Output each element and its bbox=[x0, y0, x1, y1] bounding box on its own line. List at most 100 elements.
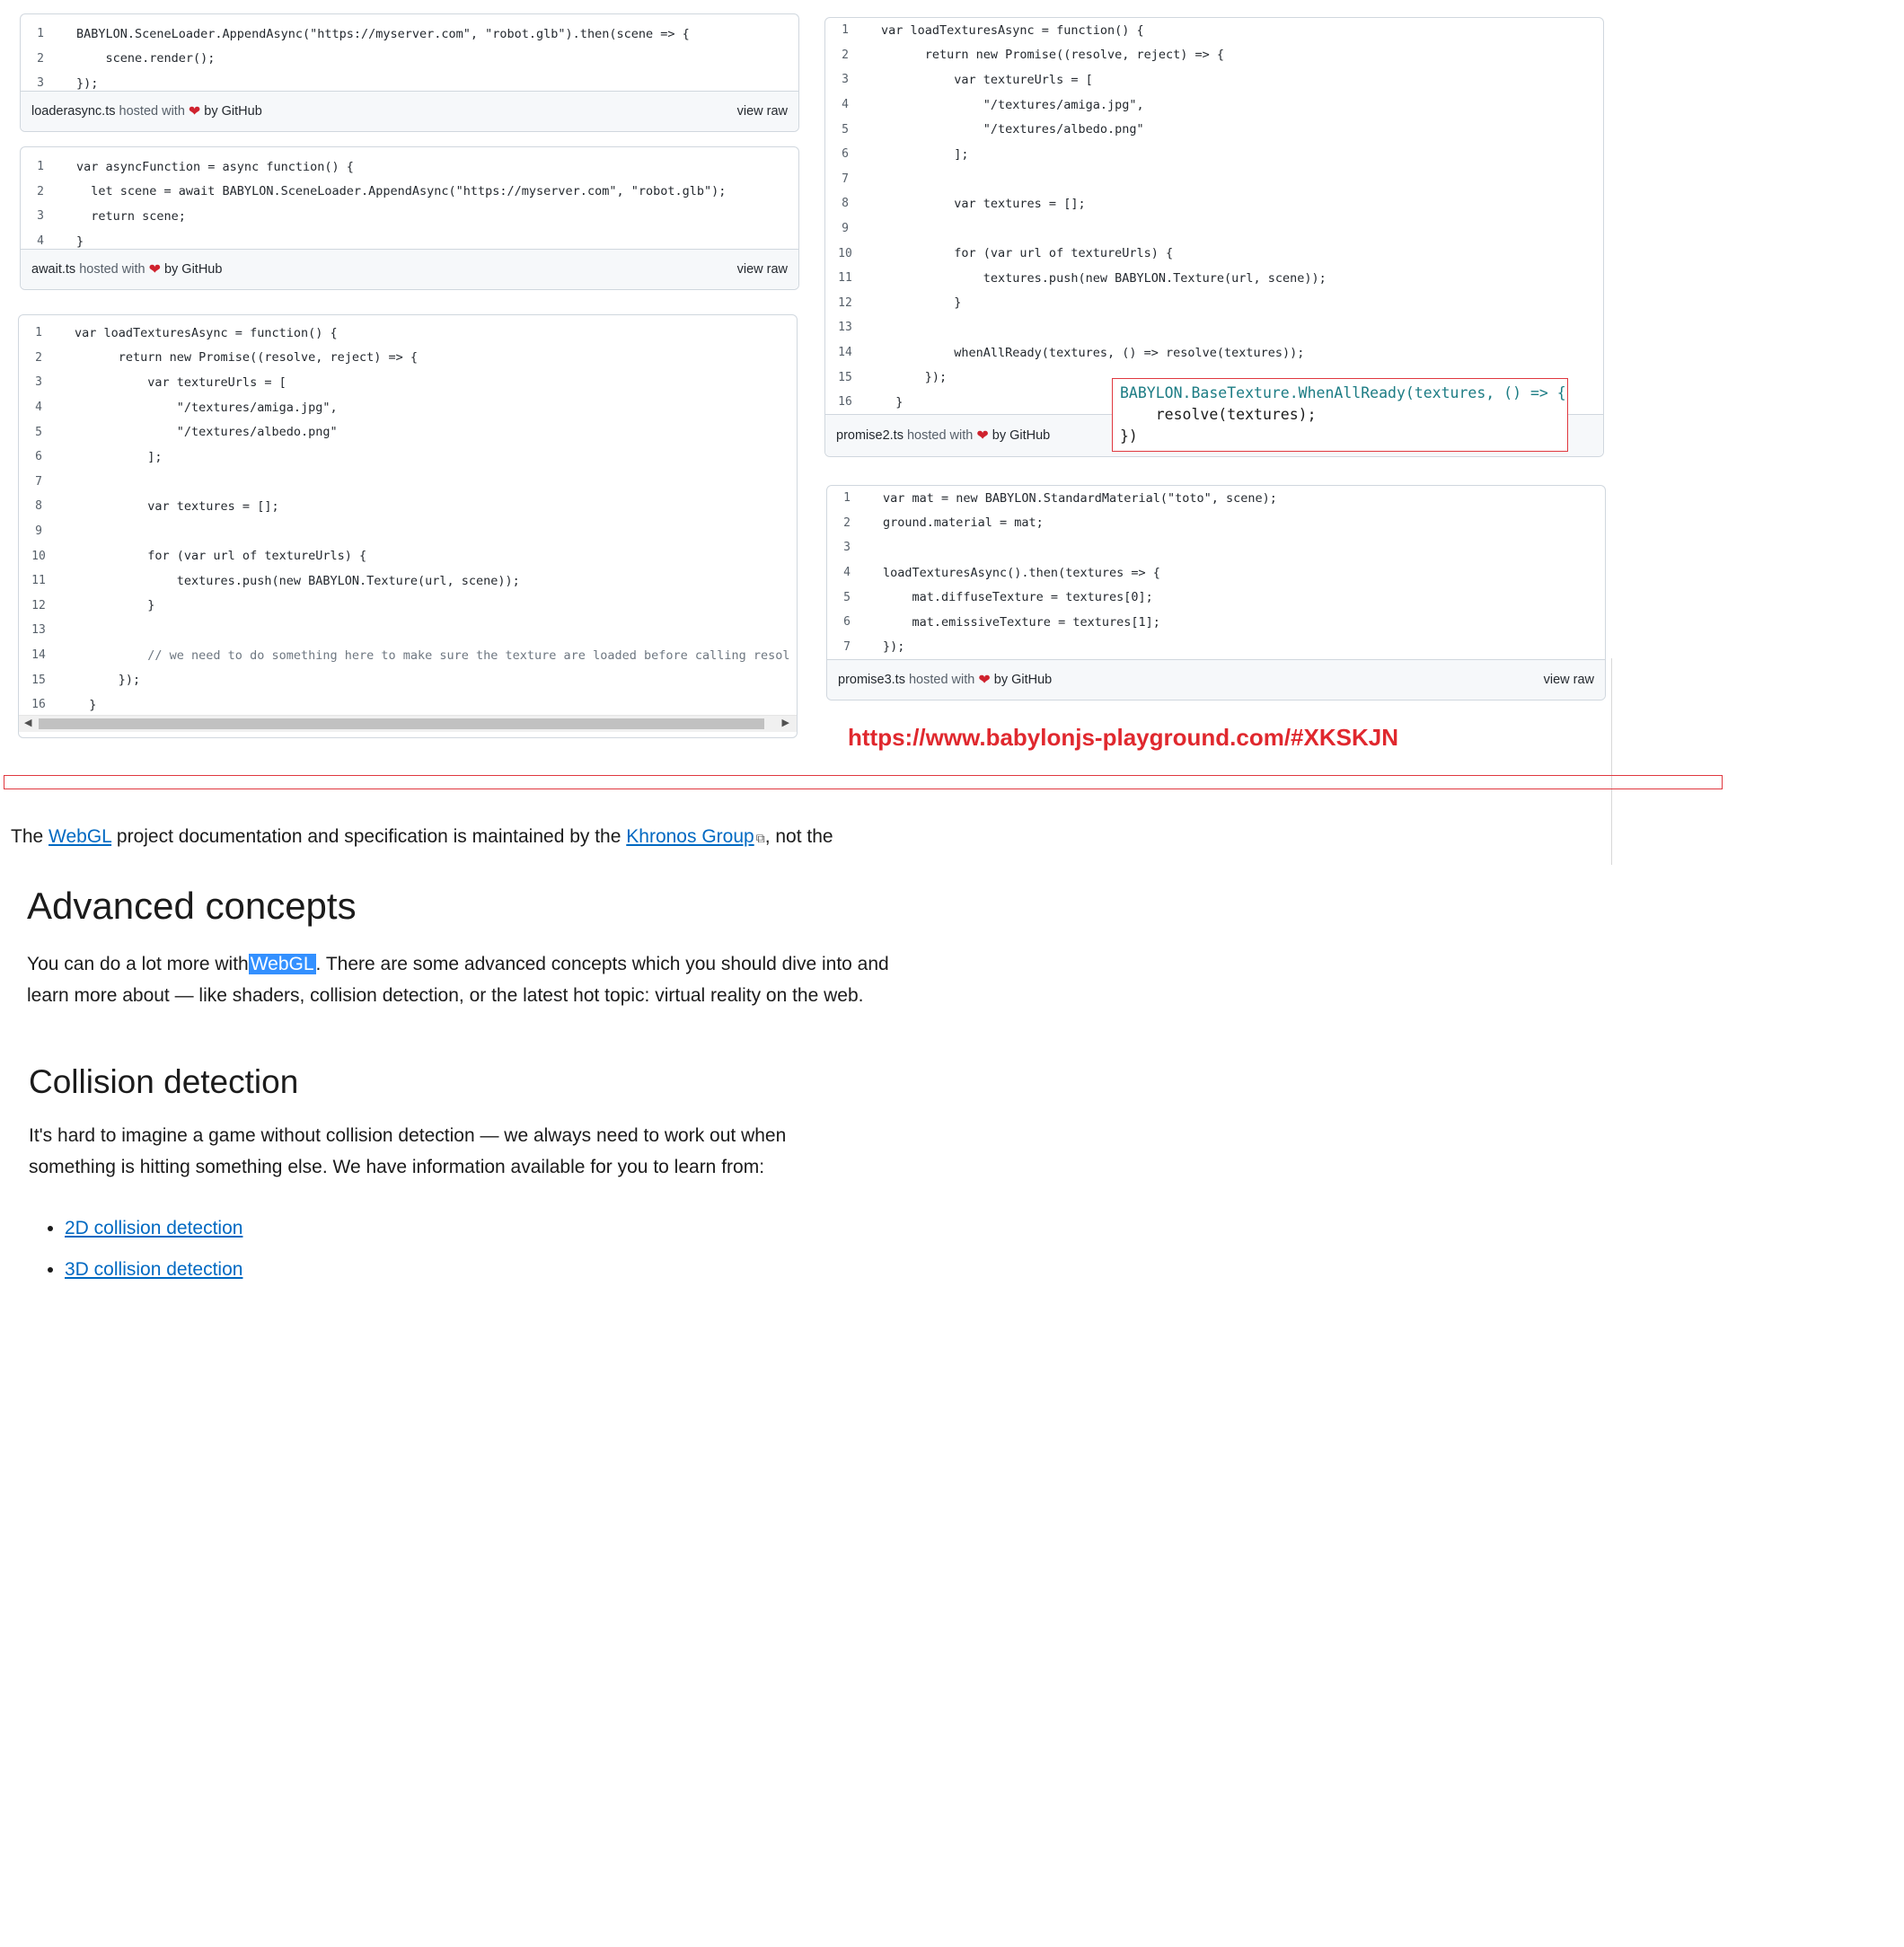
scroll-right-icon[interactable]: ▶ bbox=[782, 717, 789, 728]
line-number: 11 bbox=[31, 574, 46, 588]
code-line: 1 var asyncFunction = async function() { bbox=[21, 154, 798, 180]
line-number: 8 bbox=[842, 197, 849, 211]
code-text: var asyncFunction = async function() { bbox=[76, 159, 354, 174]
advanced-paragraph: You can do a lot more withWebGL. There a… bbox=[27, 948, 889, 1011]
line-number: 15 bbox=[31, 673, 46, 687]
heading-collision-detection: Collision detection bbox=[29, 1063, 299, 1100]
code-line: 1 BABYLON.SceneLoader.AppendAsync("https:… bbox=[21, 22, 798, 47]
line-number: 1 bbox=[37, 160, 44, 174]
code-line: 1 var loadTexturesAsync = function() { bbox=[825, 18, 1603, 43]
horizontal-scrollbar[interactable]: ◀ ▶ bbox=[19, 715, 797, 732]
line-number: 12 bbox=[31, 598, 46, 612]
gist-filename-link[interactable]: promise2.ts bbox=[836, 428, 904, 443]
heart-icon: ❤ bbox=[188, 104, 201, 119]
code-text: } bbox=[76, 233, 84, 249]
code-line: 7}); bbox=[827, 635, 1605, 660]
code-line: 10 for (var url of textureUrls) { bbox=[825, 241, 1603, 266]
divider-line bbox=[1611, 658, 1612, 865]
heading-advanced-concepts: Advanced concepts bbox=[27, 885, 357, 927]
gist-filename-link[interactable]: loaderasync.ts bbox=[31, 104, 116, 119]
gist-meta: promise3.ts hosted with ❤ by GitHub view r… bbox=[827, 659, 1605, 700]
line-number: 3 bbox=[35, 375, 42, 390]
code-line: 2 return new Promise((resolve, reject) =… bbox=[19, 346, 797, 371]
code-text: "/textures/albedo.png" bbox=[75, 425, 338, 440]
line-number: 3 bbox=[37, 209, 44, 224]
gist-await: 1 var asyncFunction = async function() { 2… bbox=[20, 146, 799, 290]
heart-icon: ❤ bbox=[978, 673, 991, 688]
code-line: 12 } bbox=[19, 594, 797, 619]
intro-text: The bbox=[11, 826, 49, 847]
code-block: 1 var asyncFunction = async function() { 2… bbox=[21, 147, 798, 259]
gist-promise1: 1 var loadTexturesAsync = function() {2 r… bbox=[18, 314, 798, 738]
scroll-thumb[interactable] bbox=[39, 718, 764, 729]
code-line: 2 scene.render(); bbox=[21, 47, 798, 72]
scroll-left-icon[interactable]: ◀ bbox=[24, 717, 31, 728]
code-line: 13 bbox=[825, 315, 1603, 340]
github-link[interactable]: by GitHub bbox=[204, 104, 261, 119]
intro-paragraph: The WebGL project documentation and spec… bbox=[11, 826, 833, 848]
code-line: 10 for (var url of textureUrls) { bbox=[19, 543, 797, 568]
code-text: var textureUrls = [ bbox=[75, 374, 286, 390]
advanced-text: You can do a lot more with bbox=[27, 954, 249, 974]
line-number: 7 bbox=[842, 172, 849, 186]
code-line: 3 var textureUrls = [ bbox=[19, 370, 797, 395]
line-number: 10 bbox=[838, 246, 852, 260]
khronos-group-link[interactable]: Khronos Group bbox=[626, 826, 754, 847]
code-text: var mat = new BABYLON.StandardMaterial("… bbox=[883, 490, 1277, 506]
code-line: 6 mat.emissiveTexture = textures[1]; bbox=[827, 610, 1605, 635]
heart-icon: ❤ bbox=[976, 428, 989, 444]
code-text: var textures = []; bbox=[75, 498, 279, 514]
selected-text-webgl: WebGL bbox=[248, 954, 316, 974]
code-line: 5 mat.diffuseTexture = textures[0]; bbox=[827, 585, 1605, 610]
gist-loaderasync: 1 BABYLON.SceneLoader.AppendAsync("https:… bbox=[20, 13, 799, 132]
code-line: 14 // we need to do something here to ma… bbox=[19, 643, 797, 668]
code-line: 6 ]; bbox=[825, 142, 1603, 167]
code-line: 8 var textures = []; bbox=[19, 494, 797, 519]
code-text: }); bbox=[881, 370, 948, 385]
line-number: 5 bbox=[35, 425, 42, 439]
view-raw-link[interactable]: view raw bbox=[1544, 673, 1594, 687]
code-line: 2 let scene = await BABYLON.SceneLoader.… bbox=[21, 180, 798, 205]
code-line: 6 ]; bbox=[19, 445, 797, 470]
gist-filename-link[interactable]: await.ts bbox=[31, 262, 75, 277]
playground-url-annotation: https://www.babylonjs-playground.com/#XK… bbox=[848, 724, 1398, 751]
github-link[interactable]: by GitHub bbox=[164, 262, 222, 277]
code-line: 16 } bbox=[19, 692, 797, 718]
code-text: }); bbox=[883, 639, 905, 655]
code-text: ]; bbox=[75, 449, 163, 464]
view-raw-link[interactable]: view raw bbox=[737, 262, 788, 277]
line-number: 7 bbox=[843, 639, 851, 654]
github-link[interactable]: by GitHub bbox=[994, 673, 1052, 687]
annotation-callout: BABYLON.BaseTexture.WhenAllReady(texture… bbox=[1112, 378, 1568, 452]
github-link[interactable]: by GitHub bbox=[992, 428, 1050, 443]
line-number: 6 bbox=[35, 450, 42, 464]
code-block: 1 var loadTexturesAsync = function() { 2 r… bbox=[825, 18, 1603, 420]
line-number: 7 bbox=[35, 474, 42, 489]
code-block: 1 BABYLON.SceneLoader.AppendAsync("https:… bbox=[21, 14, 798, 101]
gist-filename-link[interactable]: promise3.ts bbox=[838, 673, 905, 687]
code-text: for (var url of textureUrls) { bbox=[881, 246, 1174, 261]
line-number: 2 bbox=[842, 48, 849, 62]
code-line: 8 var textures = []; bbox=[825, 191, 1603, 216]
line-number: 6 bbox=[843, 615, 851, 630]
code-text: return scene; bbox=[76, 208, 186, 224]
code-block: 1 var mat = new BABYLON.StandardMaterial(… bbox=[827, 486, 1605, 665]
link-3d-collision-detection[interactable]: 3D collision detection bbox=[65, 1259, 242, 1280]
hosted-with-text: hosted with bbox=[908, 673, 975, 687]
code-text: "/textures/amiga.jpg", bbox=[75, 400, 338, 415]
line-number: 1 bbox=[35, 326, 42, 340]
code-block: 1 var loadTexturesAsync = function() {2 r… bbox=[19, 315, 797, 723]
collision-links-list: 2D collision detection 3D collision dete… bbox=[45, 1218, 242, 1300]
code-line: 1 var mat = new BABYLON.StandardMaterial(… bbox=[827, 486, 1605, 511]
line-number: 1 bbox=[843, 491, 851, 506]
line-number: 16 bbox=[838, 395, 852, 410]
code-line: 4 loadTexturesAsync().then(textures => { bbox=[827, 560, 1605, 586]
view-raw-link[interactable]: view raw bbox=[737, 104, 788, 119]
code-line: 15 }); bbox=[19, 667, 797, 692]
line-number: 5 bbox=[843, 590, 851, 604]
link-2d-collision-detection[interactable]: 2D collision detection bbox=[65, 1218, 242, 1238]
webgl-link[interactable]: WebGL bbox=[48, 826, 111, 847]
external-link-icon: ⧉ bbox=[755, 831, 765, 845]
callout-line-2: resolve(textures); bbox=[1120, 406, 1317, 423]
code-text: "/textures/albedo.png" bbox=[881, 122, 1144, 137]
